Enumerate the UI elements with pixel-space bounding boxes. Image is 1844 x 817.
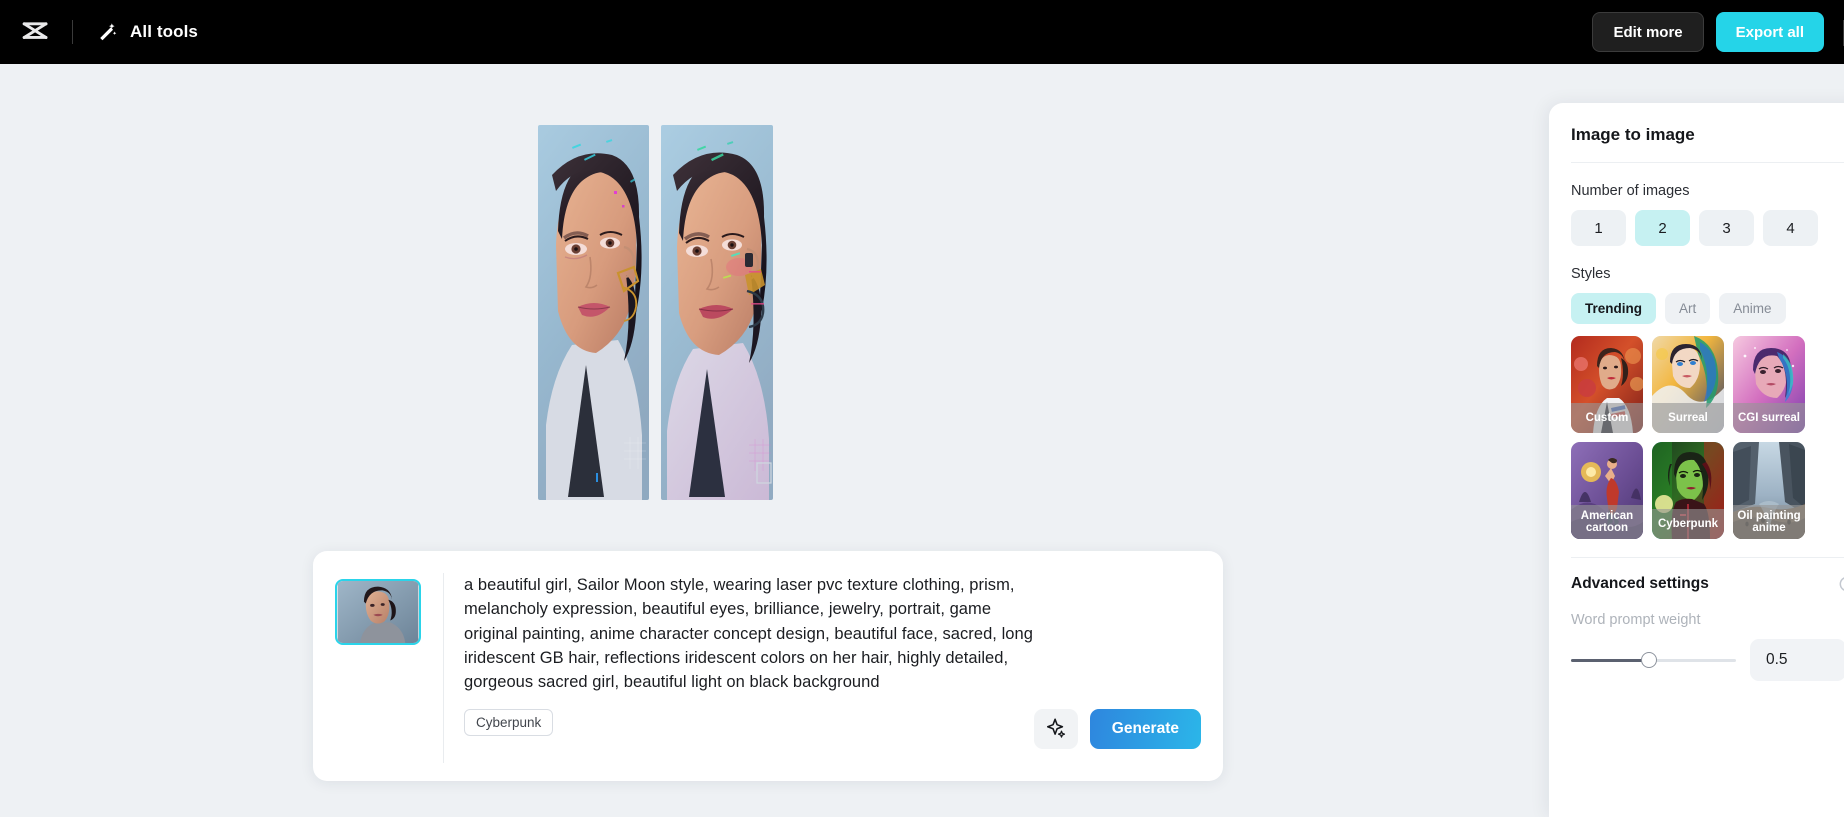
advanced-separator: [1571, 557, 1844, 558]
style-tab-trending[interactable]: Trending: [1571, 293, 1656, 324]
reset-icon[interactable]: [1837, 574, 1844, 594]
prompt-card: a beautiful girl, Sailor Moon style, wea…: [313, 551, 1223, 781]
export-all-button[interactable]: Export all: [1715, 12, 1824, 52]
style-card-label: Oil painting anime: [1733, 505, 1805, 539]
all-tools-label: All tools: [130, 22, 198, 41]
style-card-label: Cyberpunk: [1652, 509, 1724, 539]
top-bar: All tools Edit more Export all: [0, 0, 1844, 64]
count-option-4[interactable]: 4: [1763, 210, 1818, 246]
panel-body: Number of images 1 2 3 4 Styles Trending…: [1549, 183, 1844, 681]
top-bar-actions: Edit more Export all: [1592, 12, 1824, 52]
count-option-1[interactable]: 1: [1571, 210, 1626, 246]
style-tag-cyberpunk[interactable]: Cyberpunk: [464, 709, 554, 737]
reference-image-thumbnail[interactable]: [335, 579, 421, 645]
generated-image-2[interactable]: [661, 125, 773, 500]
slider-thumb[interactable]: [1641, 652, 1657, 668]
image-to-image-panel: Image to image Number of images 1 2 3 4 …: [1549, 103, 1844, 817]
generated-results: [538, 125, 773, 500]
style-card-label: CGI surreal: [1733, 403, 1805, 433]
panel-separator: [1571, 162, 1844, 163]
word-prompt-weight-slider[interactable]: [1571, 651, 1736, 669]
styles-label: Styles: [1571, 266, 1611, 282]
generate-button[interactable]: Generate: [1089, 709, 1201, 749]
edit-more-button[interactable]: Edit more: [1592, 12, 1704, 52]
magic-wand-icon: [97, 21, 119, 43]
header-divider: [72, 20, 73, 44]
panel-title: Image to image: [1571, 125, 1695, 144]
sparkle-inspire-button[interactable]: [1033, 709, 1078, 749]
number-of-images-label: Number of images: [1571, 183, 1690, 199]
sparkle-icon: [1045, 717, 1067, 742]
word-prompt-weight-label: Word prompt weight: [1571, 612, 1701, 628]
slider-fill: [1571, 659, 1649, 662]
style-tab-art[interactable]: Art: [1665, 293, 1711, 324]
word-prompt-weight-control: 0.5: [1571, 639, 1844, 681]
advanced-settings-title: Advanced settings: [1571, 575, 1709, 592]
number-of-images-group: 1 2 3 4: [1571, 210, 1844, 246]
capcut-logo-icon[interactable]: [14, 10, 58, 54]
prompt-divider: [443, 573, 444, 763]
style-card-cyberpunk[interactable]: Cyberpunk: [1652, 442, 1724, 539]
all-tools-button[interactable]: All tools: [97, 21, 198, 43]
style-card-custom[interactable]: Custom: [1571, 336, 1643, 433]
style-card-label: Custom: [1571, 403, 1643, 433]
prompt-actions: Generate: [1033, 709, 1201, 749]
prompt-content: a beautiful girl, Sailor Moon style, wea…: [464, 573, 1201, 781]
style-card-label: American cartoon: [1571, 505, 1643, 539]
style-card-cgi-surreal[interactable]: CGI surreal: [1733, 336, 1805, 433]
advanced-settings-header: Advanced settings: [1571, 574, 1844, 594]
prompt-text[interactable]: a beautiful girl, Sailor Moon style, wea…: [464, 573, 1044, 694]
style-card-american-cartoon[interactable]: American cartoon: [1571, 442, 1643, 539]
generated-image-1[interactable]: [538, 125, 649, 500]
count-option-3[interactable]: 3: [1699, 210, 1754, 246]
panel-bottom-fade: [1549, 799, 1844, 817]
word-prompt-weight-value[interactable]: 0.5: [1750, 639, 1844, 681]
style-card-label: Surreal: [1652, 403, 1724, 433]
style-tabs: Trending Art Anime: [1571, 293, 1844, 324]
style-card-grid: Custom Surreal CGI surreal American cart…: [1571, 336, 1844, 539]
count-option-2[interactable]: 2: [1635, 210, 1690, 246]
style-tab-anime[interactable]: Anime: [1719, 293, 1786, 324]
style-card-oil-painting-anime[interactable]: Oil painting anime: [1733, 442, 1805, 539]
style-card-surreal[interactable]: Surreal: [1652, 336, 1724, 433]
